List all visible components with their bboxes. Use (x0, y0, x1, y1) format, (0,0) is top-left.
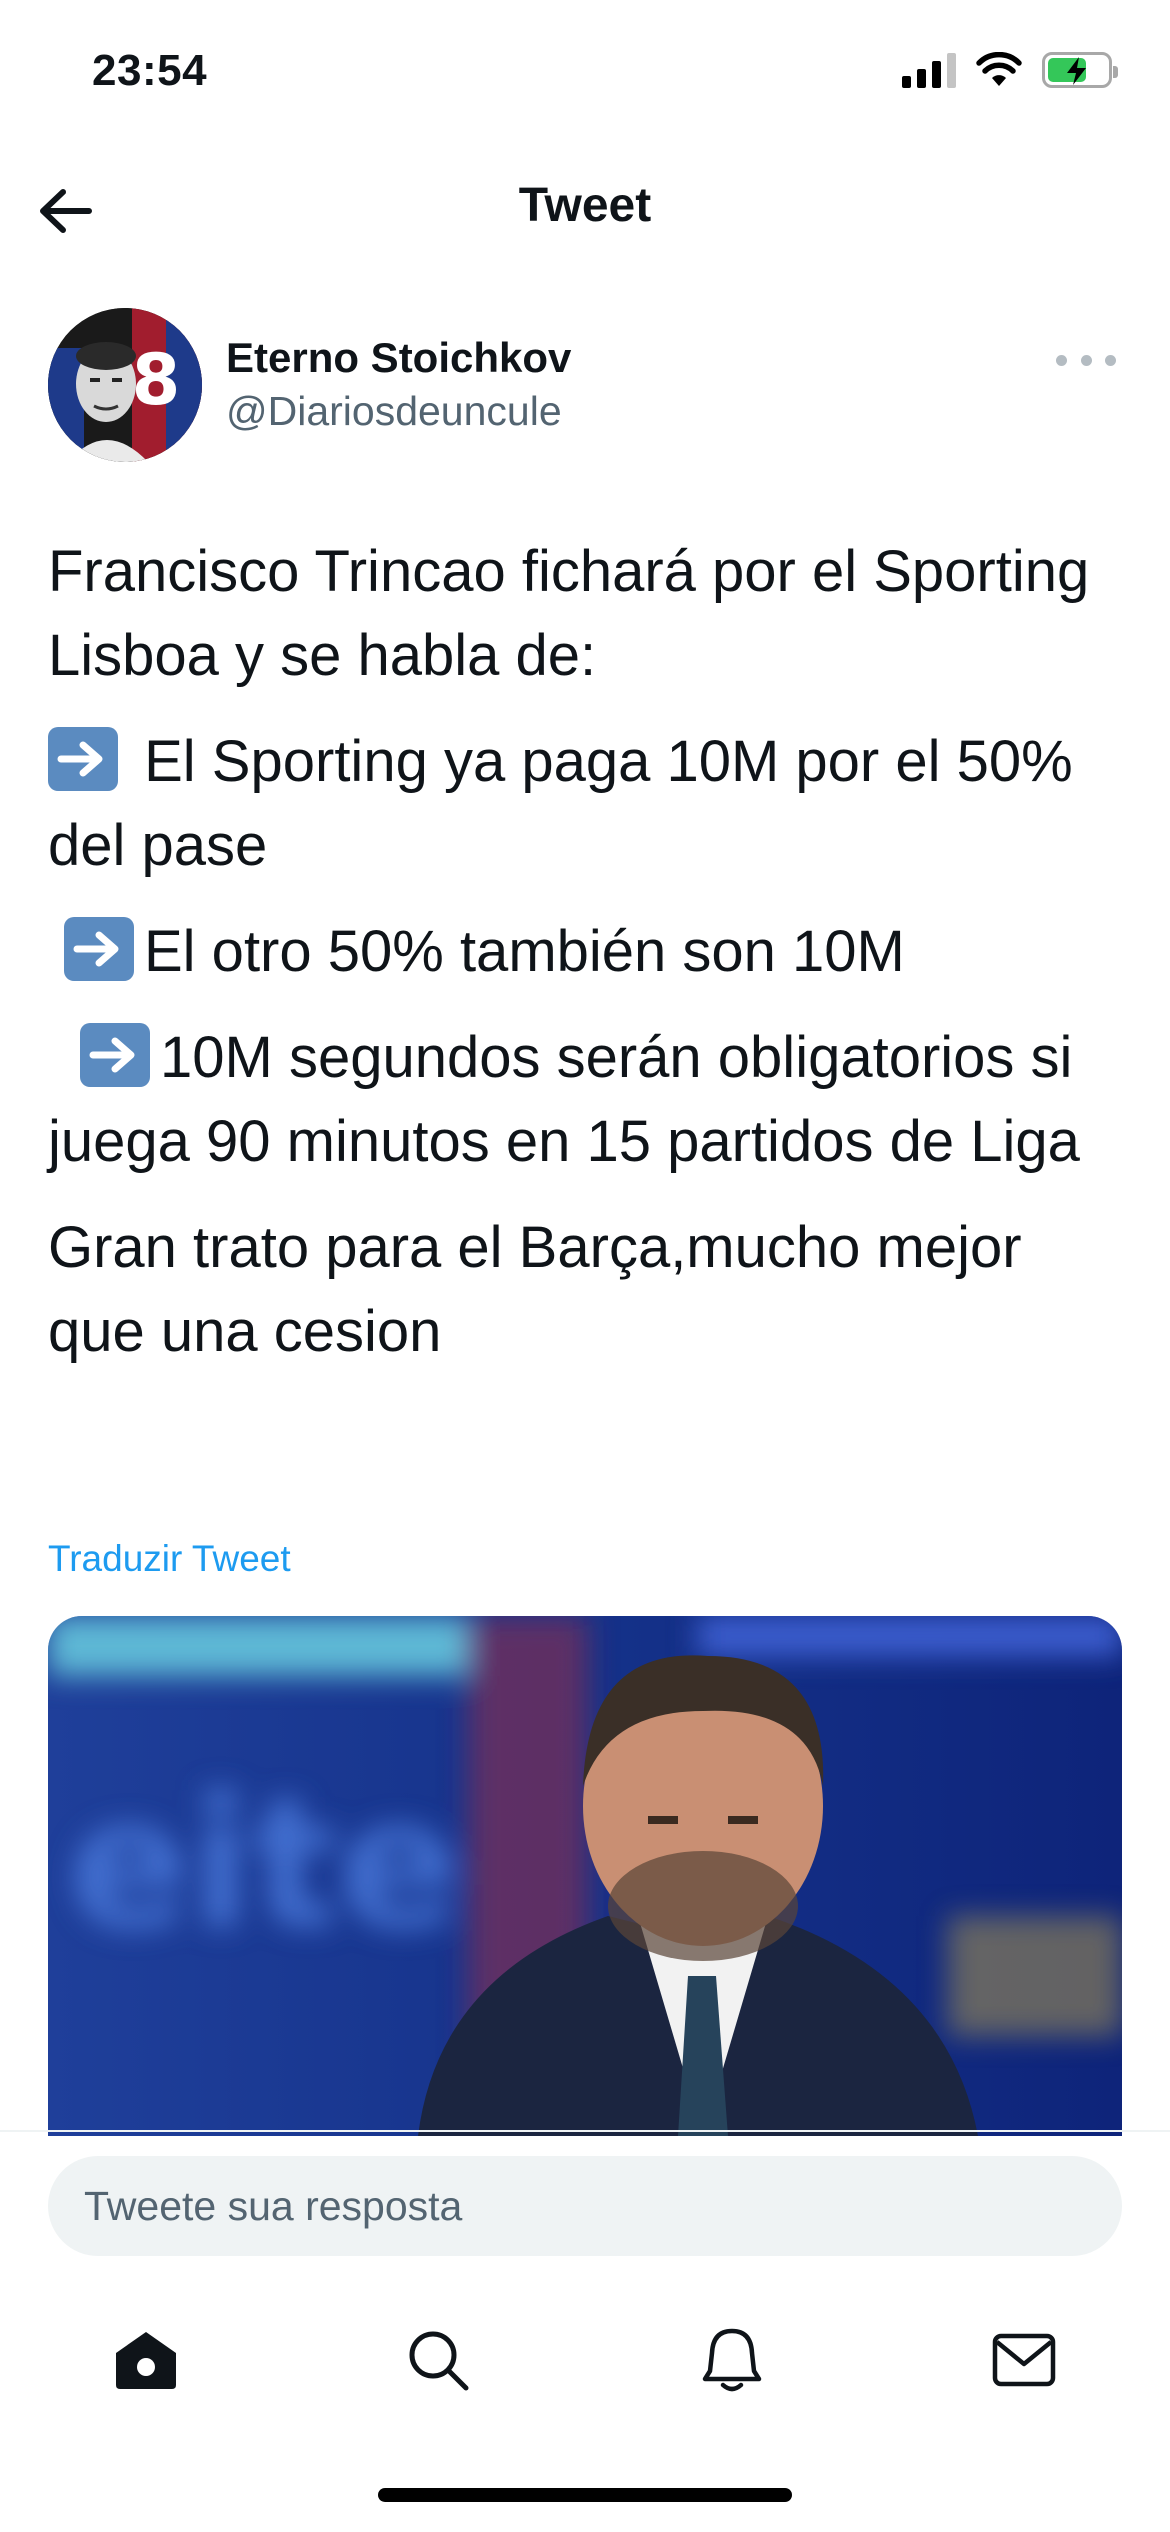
author-handle[interactable]: @Diariosdeuncule (226, 388, 562, 435)
tab-notifications[interactable] (692, 2320, 772, 2400)
signal-icon (902, 52, 956, 88)
wifi-icon (976, 52, 1022, 86)
nav-header: Tweet (0, 150, 1170, 270)
notifications-bell-icon (702, 2328, 762, 2392)
battery-charging-icon (1042, 52, 1118, 88)
status-icons (902, 52, 1118, 88)
tab-messages[interactable] (984, 2320, 1064, 2400)
reply-divider (0, 2130, 1170, 2132)
tweet-paragraph: El otro 50% también son 10M (48, 910, 1128, 994)
tweet-paragraph-text: 10M segundos serán obligatorios si juega… (48, 1025, 1080, 1174)
author-name[interactable]: Eterno Stoichkov (226, 334, 571, 382)
more-dots-icon (1056, 354, 1067, 366)
tweet-paragraph: Francisco Trincao fichará por el Sportin… (48, 539, 1090, 688)
tweet-paragraph-text: El Sporting ya paga 10M por el 50% del p… (48, 729, 1073, 878)
right-arrow-emoji-icon (48, 727, 118, 791)
bottom-tab-bar (0, 2300, 1170, 2420)
status-bar: 23:54 (0, 0, 1170, 150)
tweet-paragraph: 10M segundos serán obligatorios si juega… (48, 1016, 1128, 1184)
right-arrow-emoji-icon (64, 917, 134, 981)
svg-text:8: 8 (132, 339, 181, 421)
tweet-text: Francisco Trincao fichará por el Sportin… (48, 530, 1128, 1396)
tab-search[interactable] (398, 2320, 478, 2400)
search-icon (409, 2331, 469, 2391)
tweet-media-image[interactable]: eite (48, 1616, 1122, 2136)
reply-input[interactable]: Tweete sua resposta (48, 2156, 1122, 2256)
messages-envelope-icon (992, 2333, 1056, 2387)
tab-home[interactable] (106, 2320, 186, 2400)
status-time: 23:54 (92, 46, 208, 95)
avatar[interactable]: 8 (48, 308, 202, 462)
right-arrow-emoji-icon (80, 1023, 150, 1087)
svg-text:eite: eite (68, 1760, 460, 1969)
more-options-button[interactable] (1056, 340, 1116, 380)
tweet-paragraph: Gran trato para el Barça,mucho mejor que… (48, 1215, 1022, 1364)
translate-tweet-link[interactable]: Traduzir Tweet (48, 1538, 291, 1580)
home-icon (116, 2332, 176, 2389)
home-indicator[interactable] (378, 2488, 792, 2502)
tweet-paragraph-text: El otro 50% también son 10M (144, 919, 905, 984)
tweet-paragraph: El Sporting ya paga 10M por el 50% del p… (48, 720, 1128, 888)
page-title: Tweet (518, 179, 652, 232)
